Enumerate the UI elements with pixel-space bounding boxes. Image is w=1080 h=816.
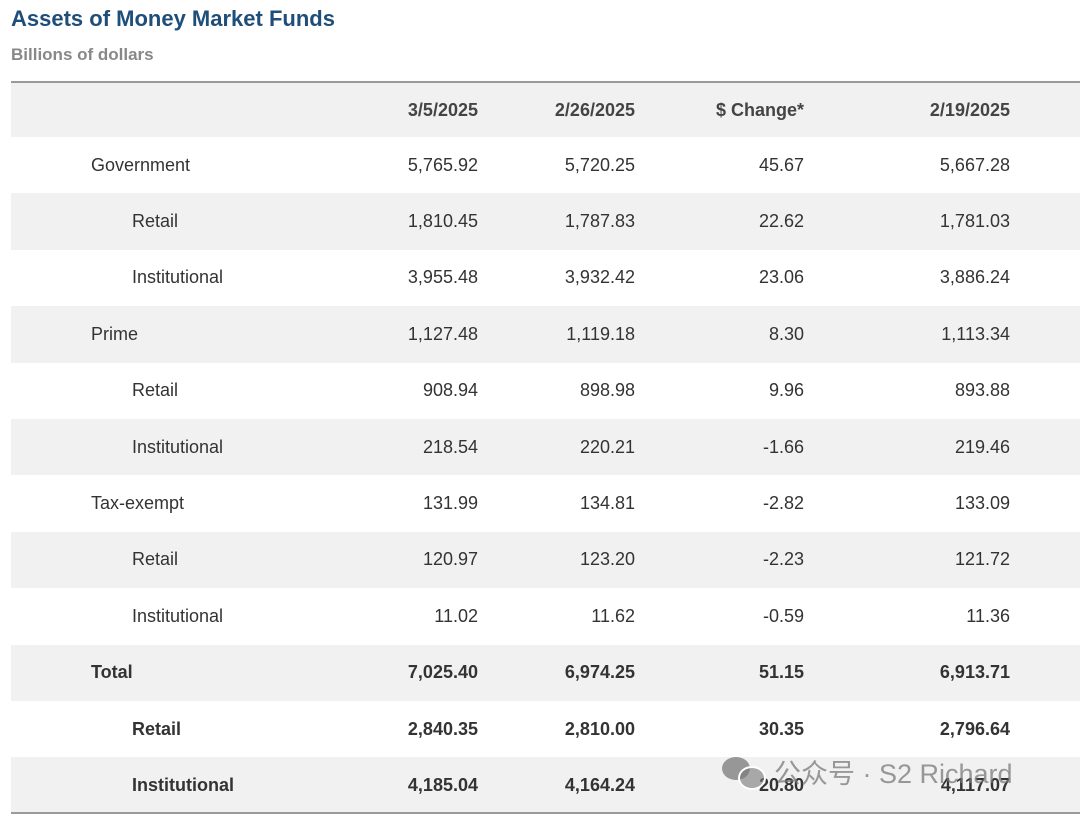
- table-cell: 898.98: [579, 380, 635, 401]
- table-row-tax-exempt-retail: Retail 120.97 123.20 -2.23 121.72: [11, 531, 1080, 589]
- table-row-total-institutional: Institutional 4,185.04 4,164.24 20.80 4,…: [11, 757, 1080, 814]
- table-cell: 7,025.40: [407, 662, 478, 683]
- table-cell: 2,810.00: [564, 718, 635, 739]
- row-label: Prime: [91, 323, 139, 344]
- column-header-change: $ Change*: [715, 99, 804, 120]
- page-title: Assets of Money Market Funds: [11, 6, 335, 31]
- row-label: Institutional: [132, 436, 224, 457]
- table-cell: 1,127.48: [407, 323, 478, 344]
- table-cell: 8.30: [768, 323, 804, 344]
- table-cell: 1,781.03: [939, 211, 1010, 232]
- table-cell: 5,667.28: [939, 154, 1010, 175]
- table-cell: -2.82: [762, 493, 804, 514]
- table-row-government: Government 5,765.92 5,720.25 45.67 5,667…: [11, 137, 1080, 193]
- table-row-tax-exempt-institutional: Institutional 11.02 11.62 -0.59 11.36: [11, 588, 1080, 644]
- table-cell: 1,787.83: [564, 211, 635, 232]
- table-cell: 219.46: [954, 436, 1010, 457]
- row-label: Retail: [132, 380, 179, 401]
- table-cell: 133.09: [954, 493, 1010, 514]
- table-cell: 11.02: [434, 605, 478, 626]
- row-label: Retail: [132, 718, 182, 739]
- table-cell: 45.67: [758, 154, 804, 175]
- row-label: Institutional: [132, 774, 234, 795]
- row-label: Government: [91, 154, 191, 175]
- table-cell: 23.06: [758, 267, 804, 288]
- table-cell: 4,164.24: [564, 774, 635, 795]
- table-cell: 131.99: [422, 493, 478, 514]
- table-cell: 893.88: [954, 380, 1010, 401]
- table-cell: 1,119.18: [566, 323, 635, 344]
- assets-table: 3/5/2025 2/26/2025 $ Change* 2/19/2025 G…: [11, 81, 1080, 814]
- column-header-2-26-2025: 2/26/2025: [554, 99, 635, 120]
- table-cell: 120.97: [422, 549, 478, 570]
- table-cell: 2,840.35: [407, 718, 478, 739]
- table-cell: -2.23: [762, 549, 804, 570]
- table-row-government-institutional: Institutional 3,955.48 3,932.42 23.06 3,…: [11, 250, 1080, 306]
- table-cell: -0.59: [762, 605, 804, 626]
- table-cell: 908.94: [422, 380, 478, 401]
- table-cell: 11.36: [966, 605, 1010, 626]
- table-cell: 3,955.48: [407, 267, 478, 288]
- table-cell: 22.62: [758, 211, 804, 232]
- table-cell: 3,886.24: [939, 267, 1010, 288]
- table-row-prime-retail: Retail 908.94 898.98 9.96 893.88: [11, 363, 1080, 419]
- row-label: Retail: [132, 549, 179, 570]
- column-header-2-19-2025: 2/19/2025: [929, 99, 1010, 120]
- table-row-prime-institutional: Institutional 218.54 220.21 -1.66 219.46: [11, 418, 1080, 476]
- table-cell: 220.21: [579, 436, 635, 457]
- row-label: Institutional: [132, 605, 224, 626]
- table-row-total-retail: Retail 2,840.35 2,810.00 30.35 2,796.64: [11, 701, 1080, 757]
- table-cell: 121.72: [954, 549, 1010, 570]
- table-cell: 3,932.42: [564, 267, 635, 288]
- table-cell: 2,796.64: [939, 718, 1010, 739]
- page-subtitle: Billions of dollars: [11, 45, 154, 64]
- table-row-government-retail: Retail 1,810.45 1,787.83 22.62 1,781.03: [11, 193, 1080, 250]
- table-cell: 11.62: [591, 605, 635, 626]
- table-cell: 5,720.25: [564, 154, 635, 175]
- table-header-row: 3/5/2025 2/26/2025 $ Change* 2/19/2025: [11, 83, 1080, 137]
- table-cell: 134.81: [579, 493, 635, 514]
- table-row-prime: Prime 1,127.48 1,119.18 8.30 1,113.34: [11, 306, 1080, 363]
- table-cell: 20.80: [758, 774, 804, 795]
- table-cell: 1,810.45: [407, 211, 478, 232]
- table-cell: 30.35: [758, 718, 804, 739]
- table-row-tax-exempt: Tax-exempt 131.99 134.81 -2.82 133.09: [11, 475, 1080, 531]
- table-cell: 6,974.25: [564, 662, 635, 683]
- column-header-3-5-2025: 3/5/2025: [407, 99, 478, 120]
- row-label: Total: [91, 662, 133, 683]
- table-row-total: Total 7,025.40 6,974.25 51.15 6,913.71: [11, 644, 1080, 701]
- table-cell: 5,765.92: [407, 154, 478, 175]
- row-label: Tax-exempt: [91, 493, 185, 514]
- table-cell: 4,117.07: [940, 774, 1010, 795]
- row-label: Retail: [132, 211, 179, 232]
- table-cell: 4,185.04: [407, 774, 478, 795]
- table-cell: 123.20: [579, 549, 635, 570]
- table-bottom-rule: [11, 812, 1080, 814]
- row-label: Institutional: [132, 267, 224, 288]
- table-cell: 218.54: [422, 436, 478, 457]
- table-cell: 51.15: [758, 662, 804, 683]
- table-cell: 6,913.71: [939, 662, 1010, 683]
- table-cell: -1.66: [762, 436, 804, 457]
- table-cell: 1,113.34: [941, 323, 1010, 344]
- table-cell: 9.96: [768, 380, 804, 401]
